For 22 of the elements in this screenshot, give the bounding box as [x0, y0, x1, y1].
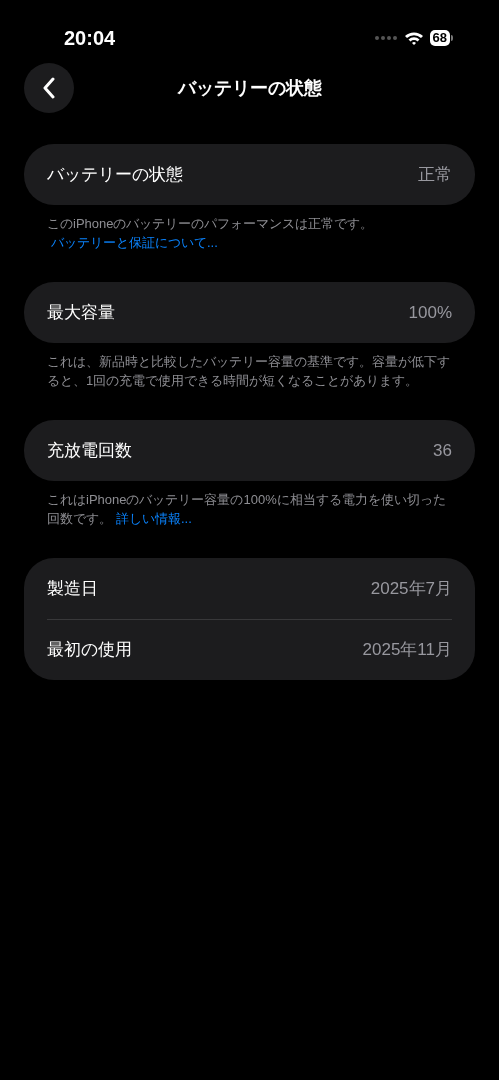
signal-icon: [373, 35, 398, 41]
row-label: 最初の使用: [47, 639, 132, 662]
section-footer: このiPhoneのバッテリーのパフォーマンスは正常です。 バッテリーと保証について...: [24, 205, 475, 252]
info-link[interactable]: 詳しい情報...: [116, 511, 192, 526]
section-footer: これは、新品時と比較したバッテリー容量の基準です。容量が低下すると、1回の充電で使用できる時間が短くなることがあります。: [24, 343, 475, 390]
back-chevron-icon: [43, 77, 55, 99]
section-footer: これはiPhoneのバッテリー容量の100%に相当する電力を使い切った回数です。 詳しい情報...: [24, 481, 475, 528]
row-label: 製造日: [47, 577, 98, 600]
row-value: 2025年11月: [362, 639, 452, 662]
row-value: 2025年7月: [370, 577, 452, 600]
back-button[interactable]: [24, 63, 74, 113]
row-value: 正常: [418, 163, 452, 186]
info-link[interactable]: バッテリーと保証について...: [51, 235, 218, 250]
row-label: 最大容量: [47, 301, 115, 324]
row-label: バッテリーの状態: [47, 163, 183, 186]
wifi-icon: [403, 30, 424, 46]
row-value: 36: [433, 439, 452, 462]
row-value: 100%: [408, 301, 452, 324]
row-label: 充放電回数: [47, 439, 132, 462]
status-time: 20:04: [64, 26, 116, 51]
page-title: バッテリーの状態: [177, 76, 322, 100]
battery-icon: 68: [429, 30, 453, 46]
